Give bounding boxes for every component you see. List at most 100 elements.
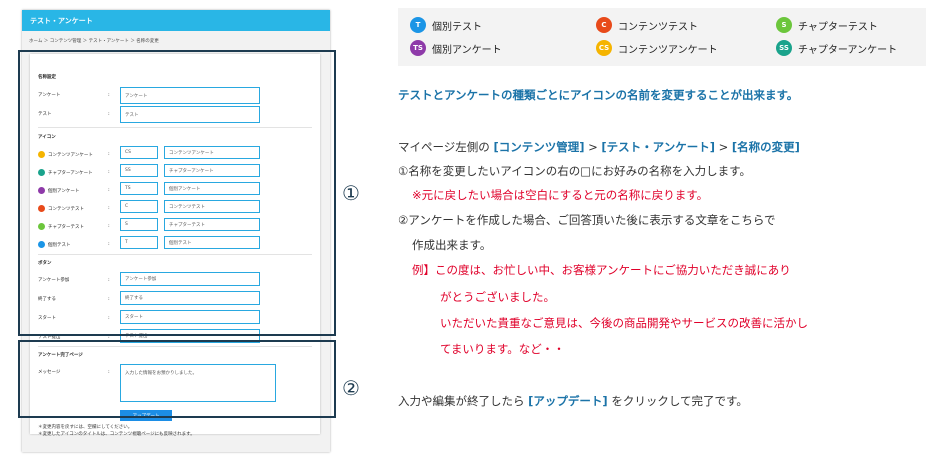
icon-row-label: チャプターテスト: [38, 223, 84, 230]
icon-short-input[interactable]: CS: [120, 146, 158, 159]
icon-row-text: チャプターテスト: [48, 224, 84, 230]
button-row-label: 終了する: [38, 297, 56, 302]
icon-row-text: コンテンツアンケート: [48, 152, 93, 158]
menu-path-prefix: マイページ左側の: [398, 140, 490, 154]
icon-row-text: 個別アンケート: [48, 188, 80, 194]
button-label-row: テスト提出: テスト提出: [38, 329, 298, 345]
name-row-test: テスト : テスト: [38, 106, 298, 123]
icon-name-row: 個別アンケート: TS 個別アンケート: [38, 182, 298, 198]
screenshot-header-title: テスト・アンケート: [22, 10, 330, 31]
final-suffix: をクリックして完了です。: [611, 394, 748, 408]
icon-short-input[interactable]: C: [120, 200, 158, 213]
legend-item: SS チャプターアンケート: [776, 40, 897, 56]
icon-long-input[interactable]: チャプターテスト: [164, 218, 260, 231]
button-label-row: 終了する: 終了する: [38, 291, 298, 307]
icon-legend: T 個別テスト C コンテンツテスト S チャプターテスト TS 個別アンケート…: [398, 8, 926, 66]
final-instruction: 入力や編集が終了したら [アップデート] をクリックして完了です。: [398, 393, 748, 409]
section-button: ボタン: [38, 261, 52, 266]
icon-name-row: コンテンツテスト: C コンテンツテスト: [38, 200, 298, 216]
individual-test-icon: T: [410, 17, 426, 33]
legend-label: チャプターアンケート: [798, 44, 898, 56]
icon-short-input[interactable]: TS: [120, 182, 158, 195]
name-row-label: テスト: [38, 112, 52, 117]
icon-long-input[interactable]: コンテンツテスト: [164, 200, 260, 213]
divider: [38, 254, 312, 255]
icon-color-dot: [38, 205, 45, 212]
button-label-input[interactable]: アンケート参加: [120, 272, 260, 286]
legend-item: S チャプターテスト: [776, 17, 878, 33]
menu-path-rename: [名称の変更]: [731, 140, 800, 154]
button-row-label: テスト提出: [38, 335, 61, 340]
settings-screenshot: テスト・アンケート ホーム ＞ コンテンツ管理 ＞ テスト・アンケート ＞ 名称…: [22, 10, 330, 452]
message-label: メッセージ: [38, 370, 61, 375]
icon-row-label: チャプターアンケート: [38, 169, 93, 176]
legend-label: チャプターテスト: [798, 21, 878, 33]
message-textarea[interactable]: 入力した情報をお預かりしました。: [120, 364, 276, 402]
icon-color-dot: [38, 241, 45, 248]
icon-long-input[interactable]: 個別テスト: [164, 236, 260, 249]
step-2: ②アンケートを作成した場合、ご回答頂いた後に表示する文章をこちらで: [398, 213, 776, 227]
icon-row-label: 個別アンケート: [38, 187, 79, 194]
icon-color-dot: [38, 151, 45, 158]
icon-row-text: 個別テスト: [48, 242, 71, 248]
message-row: メッセージ : 入力した情報をお預かりしました。: [38, 364, 298, 402]
icon-short-input[interactable]: SS: [120, 164, 158, 177]
final-prefix: 入力や編集が終了したら: [398, 394, 525, 408]
icon-long-input[interactable]: チャプターアンケート: [164, 164, 260, 177]
legend-label: コンテンツアンケート: [618, 44, 718, 56]
button-label-row: アンケート参加: アンケート参加: [38, 272, 298, 288]
legend-item: T 個別テスト: [410, 17, 482, 33]
step-1: ①名称を変更したいアイコンの右の□にお好みの名称を入力します。: [398, 164, 751, 178]
content-survey-icon: CS: [596, 40, 612, 56]
icon-name-row: コンテンツアンケート: CS コンテンツアンケート: [38, 146, 298, 162]
example-text: 例】この度は、お忙しい中、お客様アンケートにご協力いただき誠にあり: [412, 263, 791, 277]
icon-name-row: 個別テスト: T 個別テスト: [38, 236, 298, 252]
button-row-label: スタート: [38, 316, 56, 321]
survey-name-input[interactable]: アンケート: [120, 87, 260, 104]
legend-label: 個別アンケート: [432, 44, 502, 56]
settings-card: 名称設定 アンケート : アンケート テスト : テスト アイコン コンテンツア…: [30, 54, 320, 434]
chapter-test-icon: S: [776, 17, 792, 33]
legend-item: TS 個別アンケート: [410, 40, 502, 56]
icon-color-dot: [38, 169, 45, 176]
name-row-label: アンケート: [38, 93, 61, 98]
content-test-icon: C: [596, 17, 612, 33]
example-text: てまいります。など・・: [440, 342, 565, 356]
button-label-input[interactable]: テスト提出: [120, 329, 260, 343]
button-label-input[interactable]: スタート: [120, 310, 260, 324]
icon-row-label: コンテンツテスト: [38, 205, 84, 212]
button-label-row: スタート: スタート: [38, 310, 298, 326]
legend-item: C コンテンツテスト: [596, 17, 698, 33]
icon-long-input[interactable]: コンテンツアンケート: [164, 146, 260, 159]
example-text: がとうございました。: [440, 290, 555, 304]
button-label-input[interactable]: 終了する: [120, 291, 260, 305]
icon-name-row: チャプターアンケート: SS チャプターアンケート: [38, 164, 298, 180]
name-row-survey: アンケート : アンケート: [38, 87, 298, 104]
section-complete-page: アンケート完了ページ: [38, 353, 83, 358]
icon-color-dot: [38, 187, 45, 194]
divider: [38, 346, 312, 347]
footnote: ＊変更内容を戻すには、空欄にしてください。: [38, 425, 133, 430]
step-2-cont: 作成出来ます。: [412, 238, 492, 252]
icon-color-dot: [38, 223, 45, 230]
icon-short-input[interactable]: T: [120, 236, 158, 249]
update-button[interactable]: アップデート: [120, 410, 172, 421]
breadcrumb: ホーム ＞ コンテンツ管理 ＞ テスト・アンケート ＞ 名称の変更: [29, 39, 159, 44]
section-heading: テストとアンケートの種類ごとにアイコンの名前を変更することが出来ます。: [398, 88, 799, 102]
marker-1: ①: [342, 181, 360, 205]
test-name-input[interactable]: テスト: [120, 106, 260, 123]
marker-2: ②: [342, 376, 360, 400]
icon-row-label: 個別テスト: [38, 241, 71, 248]
section-icon: アイコン: [38, 135, 56, 140]
icon-long-input[interactable]: 個別アンケート: [164, 182, 260, 195]
legend-item: CS コンテンツアンケート: [596, 40, 718, 56]
menu-path: マイページ左側の [コンテンツ管理] > [テスト・アンケート] > [名称の変…: [398, 139, 800, 155]
menu-path-separator: >: [584, 140, 602, 154]
menu-path-separator: >: [714, 140, 732, 154]
chapter-survey-icon: SS: [776, 40, 792, 56]
menu-path-content-management: [コンテンツ管理]: [493, 140, 585, 154]
icon-short-input[interactable]: S: [120, 218, 158, 231]
step-1-note: ※元に戻したい場合は空白にすると元の名称に戻ります。: [412, 188, 709, 202]
icon-row-text: チャプターアンケート: [48, 170, 93, 176]
divider: [38, 127, 312, 128]
